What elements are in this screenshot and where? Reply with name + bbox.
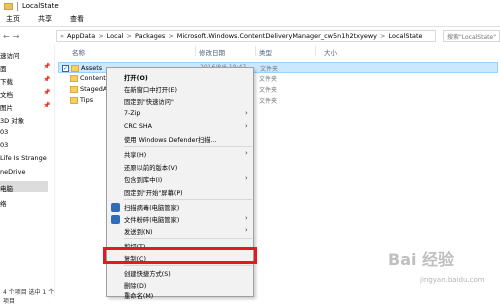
- sidebar-item-03b[interactable]: 03: [0, 141, 8, 149]
- menu-item-7zip[interactable]: 7-Zip ›: [107, 109, 253, 120]
- tab-home[interactable]: 主页: [6, 14, 20, 24]
- ribbon-tabs: 主页 共享 查看: [0, 12, 500, 27]
- title-separator: [17, 1, 18, 11]
- breadcrumb-separator: >: [98, 32, 104, 40]
- folder-icon: [70, 97, 78, 104]
- column-size[interactable]: 大小: [324, 47, 337, 57]
- window-title: LocalState: [22, 2, 59, 10]
- file-name: StagedA: [80, 85, 108, 93]
- chevron-right-icon: ›: [245, 109, 248, 117]
- overflow-chevron-icon[interactable]: «: [60, 32, 64, 40]
- sidebar-item-03[interactable]: 03: [0, 128, 8, 136]
- tab-view[interactable]: 查看: [70, 14, 84, 24]
- menu-item-share[interactable]: 共享(H) ›: [107, 149, 253, 160]
- breadcrumb-separator: >: [126, 32, 132, 40]
- sidebar-item-onedrive[interactable]: neDrive: [0, 168, 25, 176]
- sidebar-item-life-is-strange[interactable]: Life Is Strange: [0, 154, 47, 162]
- column-type[interactable]: 类型: [259, 47, 272, 57]
- folder-icon: [70, 75, 78, 82]
- baidu-watermark: Bai 经验: [388, 250, 455, 269]
- forward-arrow-icon[interactable]: →: [13, 32, 20, 41]
- breadcrumb-separator: >: [380, 32, 386, 40]
- menu-item-restore-versions[interactable]: 还原以前的版本(V): [107, 162, 253, 173]
- baidu-watermark-url: jingyan.baidu.com: [420, 276, 485, 284]
- file-type: 文件夹: [260, 66, 279, 73]
- file-name: Tips: [80, 96, 94, 104]
- address-bar-row: ← → « AppData > Local > Packages > Micro…: [0, 28, 500, 44]
- breadcrumb-local[interactable]: Local: [107, 32, 124, 40]
- folder-icon: [70, 86, 78, 93]
- chevron-right-icon: ›: [245, 174, 248, 182]
- chevron-right-icon: ›: [245, 149, 248, 157]
- menu-separator: [124, 199, 252, 200]
- folder-icon: [4, 2, 13, 10]
- column-headers: 名称 修改日期 类型 大小: [58, 45, 498, 57]
- pin-icon: 📌: [43, 63, 51, 70]
- menu-item-virus-scan[interactable]: 扫描病毒(电脑管家): [107, 202, 253, 213]
- navigation-pane: 速访问 面 📌 下载 📌 文档 📌 图片 📌 3D 对象 03 03 Life …: [0, 45, 55, 297]
- breadcrumb-localstate[interactable]: LocalState: [388, 32, 422, 40]
- menu-separator: [124, 265, 252, 266]
- shield-icon: [111, 215, 120, 224]
- pin-icon: 📌: [43, 89, 51, 96]
- sidebar-item-network[interactable]: 络: [0, 198, 7, 208]
- column-date[interactable]: 修改日期: [199, 47, 225, 57]
- menu-item-open[interactable]: 打开(O): [107, 72, 253, 83]
- folder-icon: [71, 65, 79, 72]
- breadcrumb-package[interactable]: Microsoft.Windows.ContentDeliveryManager…: [177, 32, 377, 40]
- menu-item-open-new-window[interactable]: 在新窗口中打开(E): [107, 84, 253, 95]
- checkbox-icon[interactable]: ✓: [62, 65, 69, 72]
- sidebar-item-downloads[interactable]: 下载: [0, 76, 13, 86]
- file-name: Assets: [81, 64, 103, 72]
- title-bar: LocalState: [0, 0, 500, 12]
- file-type: 文件夹: [259, 87, 278, 94]
- breadcrumb-packages[interactable]: Packages: [135, 32, 165, 40]
- menu-item-defender-scan[interactable]: 使用 Windows Defender扫描...: [107, 134, 253, 145]
- tab-share[interactable]: 共享: [38, 14, 52, 24]
- menu-item-rename[interactable]: 重命名(M): [107, 290, 253, 301]
- breadcrumb-separator: >: [168, 32, 174, 40]
- menu-item-pin-start[interactable]: 固定到"开始"屏幕(P): [107, 187, 253, 198]
- chevron-right-icon: ›: [245, 122, 248, 130]
- chevron-right-icon: ›: [245, 214, 248, 222]
- menu-separator: [124, 146, 252, 147]
- sidebar-item-3d-objects[interactable]: 3D 对象: [0, 115, 24, 125]
- column-divider[interactable]: [195, 46, 196, 56]
- column-divider[interactable]: [255, 46, 256, 56]
- column-name[interactable]: 名称: [72, 47, 85, 57]
- sidebar-item-quick-access[interactable]: 速访问: [0, 50, 20, 60]
- pin-icon: 📌: [43, 102, 51, 109]
- breadcrumb-appdata[interactable]: AppData: [67, 32, 95, 40]
- address-box[interactable]: « AppData > Local > Packages > Microsoft…: [56, 30, 436, 42]
- menu-item-create-shortcut[interactable]: 创建快捷方式(S): [107, 268, 253, 279]
- shield-icon: [111, 203, 120, 212]
- back-arrow-icon[interactable]: ←: [3, 32, 10, 41]
- file-type: 文件夹: [259, 76, 278, 83]
- menu-separator: [124, 238, 252, 239]
- search-input[interactable]: 搜索"LocalState": [443, 30, 500, 42]
- sidebar-item-this-pc[interactable]: 电脑: [0, 183, 13, 193]
- column-divider[interactable]: [315, 46, 316, 56]
- sidebar-item-pictures[interactable]: 图片: [0, 102, 13, 112]
- menu-item-crc-sha[interactable]: CRC SHA ›: [107, 122, 253, 133]
- sidebar-item-documents[interactable]: 文档: [0, 89, 13, 99]
- chevron-right-icon: ›: [245, 226, 248, 234]
- file-type: 文件夹: [259, 98, 278, 105]
- pin-icon: 📌: [43, 76, 51, 83]
- menu-item-pin-quick-access[interactable]: 固定到"快速访问": [107, 96, 253, 107]
- copy-highlight-box: [103, 247, 257, 264]
- sidebar-item-desktop[interactable]: 面: [0, 63, 7, 73]
- menu-item-send-to[interactable]: 发送到(N) ›: [107, 226, 253, 237]
- status-bar: 4 个项目 选中 1 个项目: [3, 289, 55, 305]
- menu-item-include-library[interactable]: 包含到库中(I) ›: [107, 174, 253, 185]
- menu-item-file-shred[interactable]: 文件粉碎(电脑管家) ›: [107, 214, 253, 225]
